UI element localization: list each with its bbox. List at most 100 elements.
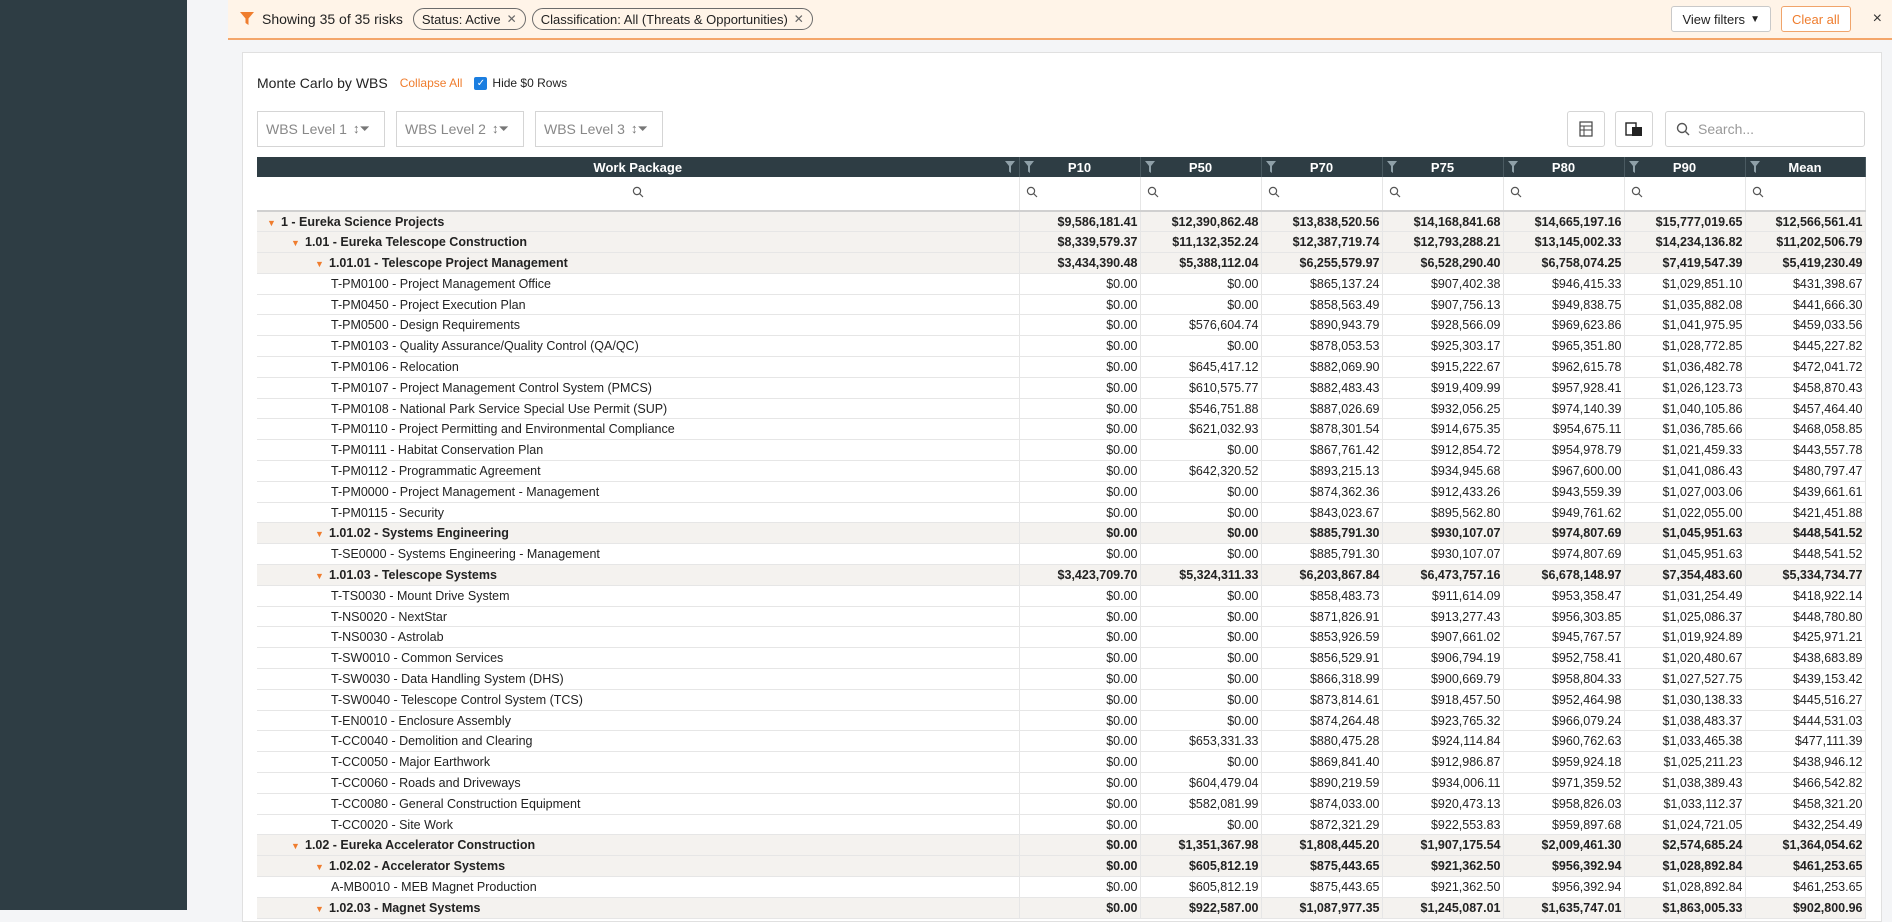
- value-cell-p80: $1,635,747.01: [1503, 897, 1625, 919]
- column-filter-icon[interactable]: [1023, 161, 1034, 173]
- column-filter-icon[interactable]: [1144, 161, 1155, 173]
- filter-chip-classification[interactable]: Classification: All (Threats & Opportuni…: [531, 8, 813, 30]
- work-package-label: 1.02.03 - Magnet Systems: [329, 900, 481, 915]
- table-row[interactable]: T-EN0010 - Enclosure Assembly $0.00 $0.00 $…: [257, 710, 1866, 732]
- sort-filter-icon[interactable]: ↕⏷: [353, 121, 370, 137]
- search-icon: [1676, 122, 1690, 136]
- close-icon[interactable]: ×: [1873, 10, 1882, 28]
- table-row[interactable]: T-SW0030 - Data Handling System (DHS) $0.…: [257, 668, 1866, 690]
- column-filter-icon[interactable]: [1507, 161, 1518, 173]
- search-icon: [1389, 186, 1400, 198]
- table-row[interactable]: T-CC0060 - Roads and Driveways $0.00 $604,…: [257, 772, 1866, 794]
- table-row[interactable]: T-PM0108 - National Park Service Special…: [257, 398, 1866, 420]
- table-row[interactable]: T-SE0000 - Systems Engineering - Managem…: [257, 543, 1866, 566]
- column-filter-cell[interactable]: [1140, 177, 1262, 212]
- sort-filter-icon[interactable]: ↕⏷: [631, 121, 648, 137]
- hide-zero-rows-checkbox[interactable]: ✓ Hide $0 Rows: [474, 76, 567, 90]
- column-filter-cell[interactable]: [257, 177, 1020, 212]
- column-header-p10[interactable]: P10: [1019, 157, 1141, 177]
- expand-caret-icon[interactable]: ▼: [315, 529, 329, 539]
- group-row[interactable]: ▼ 1.01.02 - Systems Engineering $0.00 $0.00…: [257, 522, 1866, 545]
- column-filter-icon[interactable]: [1749, 161, 1760, 173]
- table-row[interactable]: T-CC0020 - Site Work $0.00 $0.00 $872,321.2…: [257, 814, 1866, 836]
- group-by-wbs-level-3[interactable]: WBS Level 3 ↕⏷: [535, 111, 663, 147]
- sort-filter-icon[interactable]: ↕⏷: [492, 121, 509, 137]
- expand-caret-icon[interactable]: ▼: [315, 862, 329, 872]
- table-row[interactable]: T-PM0103 - Quality Assurance/Quality Con…: [257, 335, 1866, 358]
- group-row[interactable]: ▼ 1.02 - Eureka Accelerator Construction $…: [257, 834, 1866, 857]
- work-package-cell: ▼ 1.01.02 - Systems Engineering: [257, 522, 1020, 545]
- value-cell-p50: $610,575.77: [1140, 377, 1262, 399]
- column-header-label: P70: [1309, 159, 1334, 175]
- column-filter-icon[interactable]: [1386, 161, 1397, 173]
- column-filter-icon[interactable]: [1004, 161, 1015, 173]
- work-package-cell: T-PM0100 - Project Management Office: [257, 273, 1020, 295]
- group-by-wbs-level-2[interactable]: WBS Level 2 ↕⏷: [396, 111, 524, 147]
- table-row[interactable]: T-TS0030 - Mount Drive System $0.00 $0.00 $…: [257, 585, 1866, 607]
- expand-caret-icon[interactable]: ▼: [315, 904, 329, 914]
- clear-all-button[interactable]: Clear all: [1780, 6, 1851, 32]
- table-row[interactable]: T-CC0050 - Major Earthwork $0.00 $0.00 $869…: [257, 751, 1866, 774]
- expand-caret-icon[interactable]: ▼: [315, 571, 329, 581]
- column-filter-cell[interactable]: [1261, 177, 1383, 212]
- chip-remove-icon[interactable]: ✕: [794, 12, 804, 26]
- column-header-p50[interactable]: P50: [1140, 157, 1262, 177]
- table-row[interactable]: T-PM0450 - Project Execution Plan $0.00 $0…: [257, 294, 1866, 316]
- value-cell-p50: $0.00: [1140, 689, 1262, 711]
- column-filter-icon[interactable]: [1628, 161, 1639, 173]
- column-header-work-package[interactable]: Work Package: [257, 157, 1020, 177]
- group-row[interactable]: ▼ 1.01 - Eureka Telescope Construction $8,…: [257, 231, 1866, 254]
- table-row[interactable]: T-PM0500 - Design Requirements $0.00 $576,…: [257, 314, 1866, 337]
- column-filter-cell[interactable]: [1624, 177, 1746, 212]
- group-row[interactable]: ▼ 1 - Eureka Science Projects $9,586,181.4…: [257, 211, 1866, 233]
- chip-remove-icon[interactable]: ✕: [507, 12, 517, 26]
- group-by-wbs-level-1[interactable]: WBS Level 1 ↕⏷: [257, 111, 385, 147]
- table-row[interactable]: T-PM0100 - Project Management Office $0.0…: [257, 273, 1866, 295]
- table-row[interactable]: T-NS0020 - NextStar $0.00 $0.00 $871,826.91…: [257, 606, 1866, 628]
- expand-caret-icon[interactable]: ▼: [291, 841, 305, 851]
- table-row[interactable]: T-CC0080 - General Construction Equipmen…: [257, 793, 1866, 815]
- group-label: WBS Level 1: [266, 121, 347, 137]
- table-row[interactable]: T-PM0110 - Project Permitting and Enviro…: [257, 418, 1866, 441]
- value-cell-p90: $15,777,019.65: [1624, 211, 1746, 233]
- column-header-p90[interactable]: P90: [1624, 157, 1746, 177]
- table-row[interactable]: T-SW0010 - Common Services $0.00 $0.00 $856…: [257, 647, 1866, 670]
- table-row[interactable]: T-PM0111 - Habitat Conservation Plan $0.0…: [257, 439, 1866, 462]
- collapse-all-link[interactable]: Collapse All: [400, 76, 463, 90]
- column-chooser-button[interactable]: [1615, 111, 1653, 147]
- filter-chip-status[interactable]: Status: Active ✕: [412, 8, 526, 30]
- view-filters-button[interactable]: View filters ▼: [1671, 6, 1771, 32]
- column-header-p80[interactable]: P80: [1503, 157, 1625, 177]
- expand-caret-icon[interactable]: ▼: [315, 259, 329, 269]
- column-filter-cell[interactable]: [1745, 177, 1866, 212]
- group-row[interactable]: ▼ 1.01.03 - Telescope Systems $3,423,709.7…: [257, 564, 1866, 586]
- grid-search-input[interactable]: Search...: [1665, 111, 1865, 147]
- group-row[interactable]: ▼ 1.01.01 - Telescope Project Management $…: [257, 252, 1866, 274]
- column-filter-icon[interactable]: [1265, 161, 1276, 173]
- table-row[interactable]: T-PM0000 - Project Management - Manageme…: [257, 481, 1866, 503]
- value-cell-p10: $3,423,709.70: [1019, 564, 1141, 586]
- group-row[interactable]: ▼ 1.02.03 - Magnet Systems $0.00 $922,587.0…: [257, 897, 1866, 919]
- table-row[interactable]: T-PM0112 - Programmatic Agreement $0.00 $6…: [257, 460, 1866, 482]
- table-row[interactable]: T-CC0040 - Demolition and Clearing $0.00 $…: [257, 730, 1866, 753]
- table-row[interactable]: T-PM0115 - Security $0.00 $0.00 $843,023.67…: [257, 502, 1866, 524]
- column-header-mean[interactable]: Mean: [1745, 157, 1866, 177]
- table-row[interactable]: T-PM0106 - Relocation $0.00 $645,417.12 $88…: [257, 356, 1866, 378]
- column-header-p75[interactable]: P75: [1382, 157, 1504, 177]
- column-filter-cell[interactable]: [1382, 177, 1504, 212]
- expand-caret-icon[interactable]: ▼: [291, 238, 305, 248]
- table-row[interactable]: T-NS0030 - Astrolab $0.00 $0.00 $853,926.59…: [257, 626, 1866, 649]
- group-row[interactable]: ▼ 1.02.02 - Accelerator Systems $0.00 $605,…: [257, 855, 1866, 877]
- table-row[interactable]: T-SW0040 - Telescope Control System (TCS…: [257, 689, 1866, 711]
- expand-caret-icon[interactable]: ▼: [267, 218, 281, 228]
- export-excel-button[interactable]: [1567, 111, 1605, 147]
- column-filter-cell[interactable]: [1019, 177, 1141, 212]
- table-row[interactable]: T-PM0107 - Project Management Control Sy…: [257, 377, 1866, 399]
- column-filter-cell[interactable]: [1503, 177, 1625, 212]
- value-cell-p90: $1,045,951.63: [1624, 543, 1746, 566]
- work-package-label: T-PM0103 - Quality Assurance/Quality Con…: [331, 339, 639, 354]
- checkbox-checked-icon[interactable]: ✓: [474, 76, 488, 90]
- table-row[interactable]: A-MB0010 - MEB Magnet Production $0.00 $60…: [257, 876, 1866, 898]
- column-header-p70[interactable]: P70: [1261, 157, 1383, 177]
- value-cell-p70: $856,529.91: [1261, 647, 1383, 670]
